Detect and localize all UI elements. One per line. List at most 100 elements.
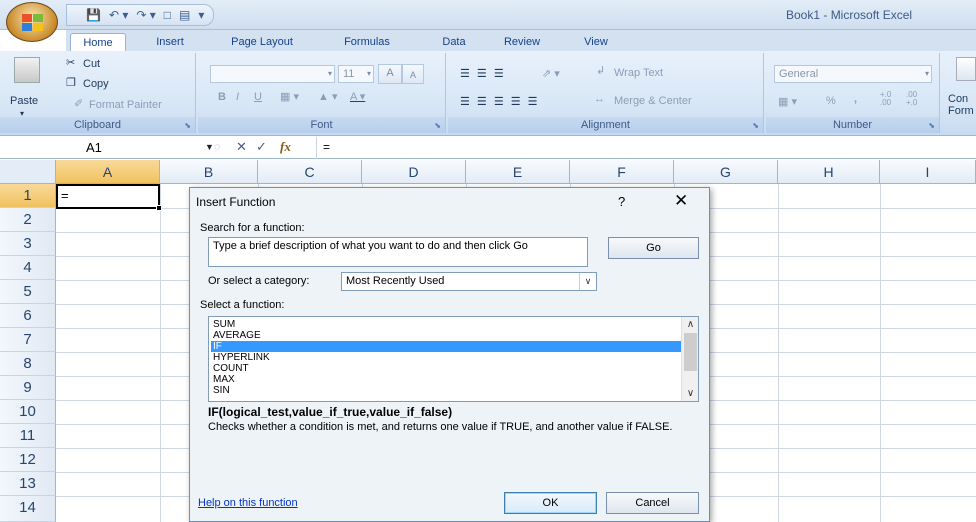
help-on-function-link[interactable]: Help on this function (198, 497, 298, 509)
tab-review[interactable]: Review (498, 33, 546, 52)
percent-style-button[interactable]: % (826, 95, 836, 107)
cut-button[interactable]: Cut (83, 58, 100, 70)
column-header-c[interactable]: C (258, 160, 362, 184)
clipboard-launcher-icon[interactable]: ⬊ (184, 121, 191, 130)
accounting-format-icon[interactable]: ▦ ▾ (778, 95, 797, 108)
function-item-max[interactable]: MAX (211, 374, 681, 385)
office-button[interactable] (6, 2, 58, 42)
name-box[interactable]: A1 (8, 139, 198, 157)
orientation-icon[interactable]: ⇗ ▾ (542, 67, 560, 80)
customize-qat-icon[interactable]: ▾ (195, 8, 207, 22)
shrink-font-button[interactable]: A (402, 64, 424, 84)
font-color-icon[interactable]: A ▾ (350, 90, 365, 103)
font-size-combo[interactable]: 11 ▾ (338, 65, 374, 83)
column-header-g[interactable]: G (674, 160, 778, 184)
redo-icon[interactable]: ↷ ▾ (133, 8, 158, 22)
function-list[interactable]: SUM AVERAGE IF HYPERLINK COUNT MAX SIN ∧… (208, 316, 699, 402)
conditional-formatting-icon[interactable] (956, 57, 976, 81)
save-icon[interactable]: 💾 (83, 8, 104, 22)
row-header-12[interactable]: 12 (0, 448, 56, 472)
column-header-i[interactable]: I (880, 160, 976, 184)
column-header-f[interactable]: F (570, 160, 674, 184)
tab-insert[interactable]: Insert (150, 33, 190, 52)
close-icon[interactable]: ✕ (674, 191, 688, 211)
tab-page-layout[interactable]: Page Layout (226, 33, 298, 52)
formula-input[interactable]: = (316, 137, 976, 159)
row-header-13[interactable]: 13 (0, 472, 56, 496)
chevron-down-icon[interactable]: ∨ (579, 273, 596, 290)
scroll-thumb[interactable] (684, 333, 697, 371)
row-header-14[interactable]: 14 (0, 496, 56, 522)
fill-color-icon[interactable]: ▲ ▾ (318, 90, 337, 103)
grow-font-button[interactable]: A (378, 64, 402, 84)
function-item-sin[interactable]: SIN (211, 385, 681, 396)
row-header-9[interactable]: 9 (0, 376, 56, 400)
function-item-count[interactable]: COUNT (211, 363, 681, 374)
fill-handle[interactable] (156, 205, 162, 211)
active-cell-a1[interactable]: = (56, 184, 162, 211)
enter-entry-icon[interactable]: ✓ (256, 139, 267, 155)
row-header-7[interactable]: 7 (0, 328, 56, 352)
decrease-decimal-button[interactable]: .00 +.0 (906, 91, 926, 107)
column-header-d[interactable]: D (362, 160, 466, 184)
go-button[interactable]: Go (608, 237, 699, 259)
align-top-icon[interactable]: ☰ ☰ ☰ (460, 67, 506, 80)
column-header-b[interactable]: B (160, 160, 258, 184)
row-header-4[interactable]: 4 (0, 256, 56, 280)
increase-decimal-button[interactable]: +.0 .00 (880, 91, 900, 107)
number-format-combo[interactable]: General ▾ (774, 65, 932, 83)
scroll-down-icon[interactable]: ∨ (682, 388, 698, 399)
row-header-10[interactable]: 10 (0, 400, 56, 424)
tab-home[interactable]: Home (70, 33, 126, 52)
function-list-scrollbar[interactable]: ∧ ∨ (681, 317, 698, 401)
function-item-sum[interactable]: SUM (211, 319, 681, 330)
wrap-text-button[interactable]: Wrap Text (614, 67, 663, 79)
merge-center-button[interactable]: Merge & Center (614, 95, 692, 107)
paste-icon[interactable] (14, 57, 40, 83)
function-item-average[interactable]: AVERAGE (211, 330, 681, 341)
paste-button[interactable]: Paste (10, 95, 38, 107)
select-all-corner[interactable] (0, 160, 56, 184)
underline-button[interactable]: U (254, 91, 262, 103)
copy-button[interactable]: Copy (83, 78, 109, 90)
row-header-1[interactable]: 1 (0, 184, 56, 208)
search-input[interactable]: Type a brief description of what you wan… (208, 237, 588, 267)
help-icon[interactable]: ? (618, 194, 625, 209)
row-header-11[interactable]: 11 (0, 424, 56, 448)
function-item-if[interactable]: IF (211, 341, 681, 352)
function-item-hyperlink[interactable]: HYPERLINK (211, 352, 681, 363)
number-launcher-icon[interactable]: ⬊ (928, 121, 935, 130)
row-header-6[interactable]: 6 (0, 304, 56, 328)
cancel-entry-icon[interactable]: ✕ (236, 139, 247, 155)
comma-style-button[interactable]: , (854, 93, 857, 105)
font-name-combo[interactable]: ▾ (210, 65, 335, 83)
column-header-e[interactable]: E (466, 160, 570, 184)
align-left-icon[interactable]: ☰ ☰ ☰ ☰ ☰ (460, 95, 540, 108)
alignment-launcher-icon[interactable]: ⬊ (752, 121, 759, 130)
bold-button[interactable]: B (218, 91, 226, 103)
format-painter-button[interactable]: Format Painter (89, 99, 162, 111)
row-header-5[interactable]: 5 (0, 280, 56, 304)
ok-button[interactable]: OK (504, 492, 597, 514)
scroll-up-icon[interactable]: ∧ (682, 319, 698, 330)
italic-button[interactable]: I (236, 91, 239, 103)
row-header-8[interactable]: 8 (0, 352, 56, 376)
print-preview-icon[interactable]: ▤ (176, 8, 193, 22)
tab-formulas[interactable]: Formulas (336, 33, 398, 52)
insert-function-icon[interactable]: fx (280, 139, 291, 155)
dialog-title-bar[interactable]: Insert Function ? ✕ (190, 188, 709, 213)
name-box-dropdown-icon[interactable]: ▼ (205, 142, 214, 152)
borders-icon[interactable]: ▦ ▾ (280, 90, 299, 103)
category-select[interactable]: Most Recently Used ∨ (341, 272, 597, 291)
font-launcher-icon[interactable]: ⬊ (434, 121, 441, 130)
tab-data[interactable]: Data (436, 33, 472, 52)
new-icon[interactable]: □ (161, 8, 174, 22)
row-header-3[interactable]: 3 (0, 232, 56, 256)
undo-icon[interactable]: ↶ ▾ (106, 8, 131, 22)
conditional-formatting-button[interactable]: Con Form (948, 93, 976, 117)
tab-view[interactable]: View (576, 33, 616, 52)
cancel-button[interactable]: Cancel (606, 492, 699, 514)
column-header-a[interactable]: A (56, 160, 160, 184)
row-header-2[interactable]: 2 (0, 208, 56, 232)
column-header-h[interactable]: H (778, 160, 880, 184)
